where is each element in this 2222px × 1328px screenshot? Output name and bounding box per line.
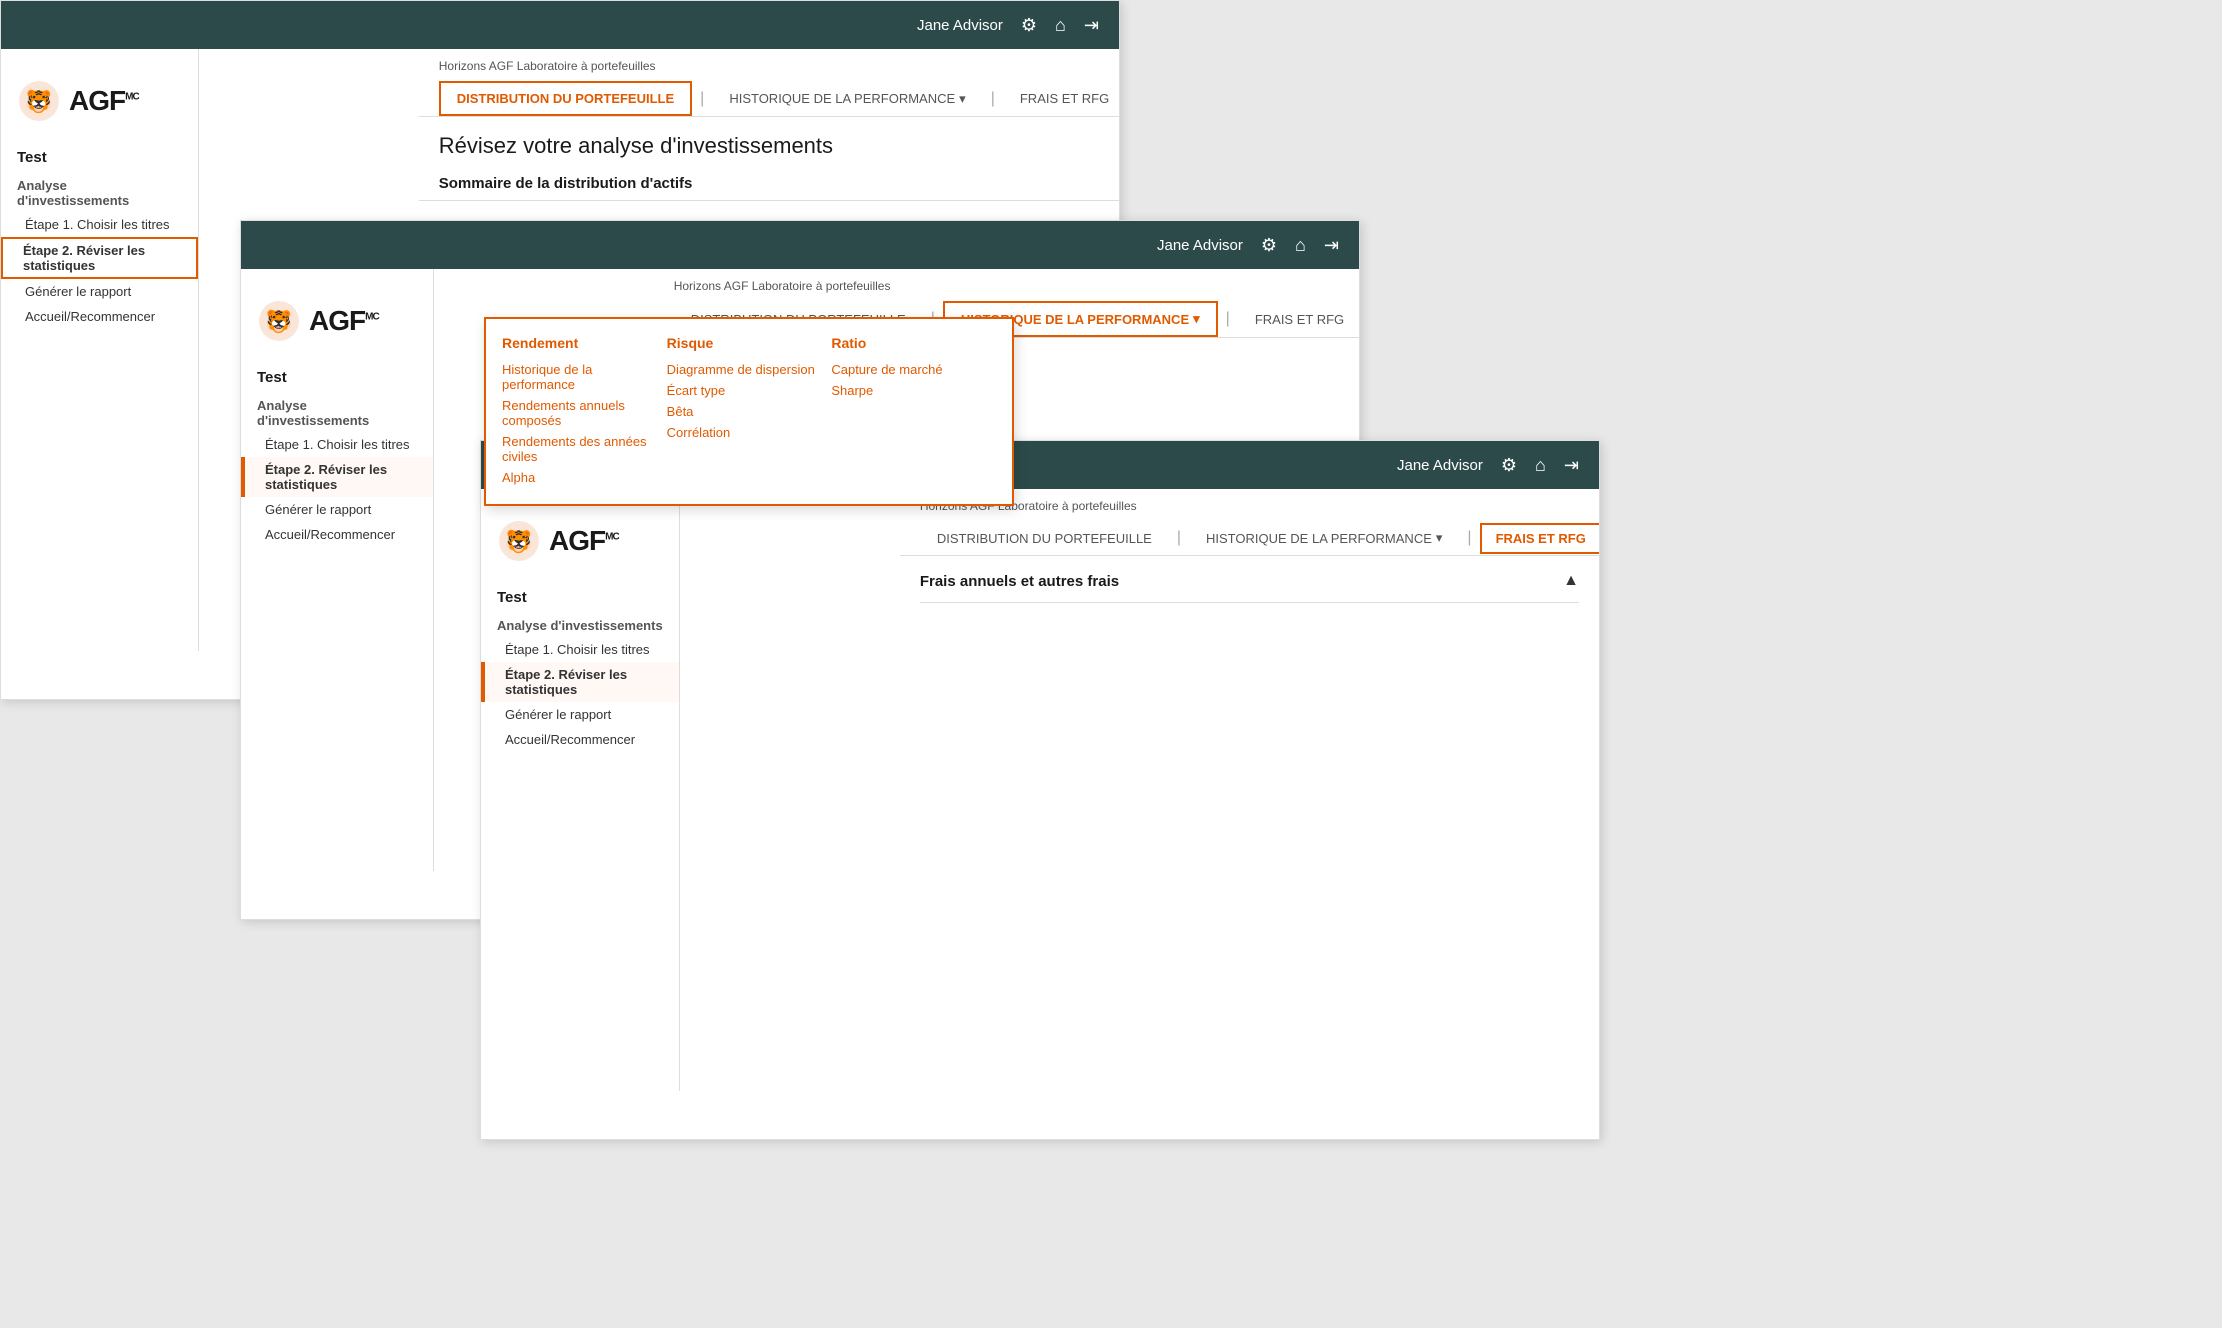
sidebar-3: 🐯 AGFMC Test Analyse d'investissements É… — [481, 489, 680, 1091]
dropdown-col-ratio: Ratio Capture de marché Sharpe — [831, 335, 996, 488]
logo-area-2: 🐯 AGFMC — [241, 289, 433, 359]
sidebar-accueil-2[interactable]: Accueil/Recommencer — [241, 522, 433, 547]
sidebar-subsection-3: Analyse d'investissements — [481, 612, 679, 637]
home-icon-2[interactable]: ⌂ — [1295, 235, 1306, 256]
home-icon-3[interactable]: ⌂ — [1535, 455, 1546, 476]
sidebar-accueil-3[interactable]: Accueil/Recommencer — [481, 727, 679, 752]
dropdown-rendement-header: Rendement — [654, 335, 657, 351]
logo-area-3: 🐯 AGFMC — [481, 509, 679, 579]
sidebar-section-2: Test — [241, 359, 433, 392]
logout-icon-3[interactable]: ⇥ — [1564, 455, 1579, 476]
tab-historique-1[interactable]: HISTORIQUE DE LA PERFORMANCE ▾ — [712, 82, 982, 116]
agf-sup-2: MC — [365, 312, 379, 323]
sidebar-step2-2[interactable]: Étape 2. Réviser les statistiques — [241, 457, 433, 497]
app-header-1: Jane Advisor ⚙ ⌂ ⇥ — [1, 1, 1119, 49]
svg-text:🐯: 🐯 — [25, 88, 52, 114]
dropdown-risque-header: Risque — [667, 335, 822, 351]
sidebar-step2-1[interactable]: Étape 2. Réviser les statistiques — [1, 237, 198, 279]
settings-icon-3[interactable]: ⚙ — [1501, 455, 1517, 476]
sidebar-1: 🐯 AGFMC Test Analyse d'investissements É… — [1, 49, 199, 651]
dropdown-ratio-header: Ratio — [831, 335, 986, 351]
agf-logo-text-3: AGFMC — [549, 525, 619, 557]
svg-text:🐯: 🐯 — [505, 528, 532, 554]
logout-icon-1[interactable]: ⇥ — [1084, 15, 1099, 36]
frais-title: Frais annuels et autres frais — [920, 573, 1119, 590]
nav-subtitle-3: Horizons AGF Laboratoire à portefeuilles — [920, 499, 1579, 513]
dropdown-alpha-item[interactable]: Alpha — [654, 467, 657, 488]
dropdown-annuels-item[interactable]: Rendements annuels composés — [654, 395, 657, 431]
nav-bar-1: Horizons AGF Laboratoire à portefeuilles… — [419, 49, 1119, 117]
sidebar-generer-3[interactable]: Générer le rapport — [481, 702, 679, 727]
main-content-3: Horizons AGF Laboratoire à portefeuilles… — [900, 489, 1599, 1091]
username-1: Jane Advisor — [917, 17, 1003, 34]
sidebar-step1-1[interactable]: Étape 1. Choisir les titres — [1, 212, 198, 237]
username-3: Jane Advisor — [1397, 457, 1483, 474]
tab-frais-2[interactable]: FRAIS ET RFG — [1238, 303, 1359, 336]
dropdown-correlation-item[interactable]: Corrélation — [667, 422, 822, 443]
tab-frais-1[interactable]: FRAIS ET RFG — [1003, 82, 1119, 115]
nav-subtitle-2: Horizons AGF Laboratoire à portefeuilles — [674, 279, 1339, 293]
chevron-down-icon-1: ▾ — [959, 91, 966, 107]
agf-logo-tiger-1: 🐯 — [17, 79, 61, 123]
dropdown-menu: Rendement Historique de la performance R… — [654, 317, 1014, 506]
sidebar-subsection-1: Analyse d'investissements — [1, 172, 198, 212]
sidebar-step1-2[interactable]: Étape 1. Choisir les titres — [241, 432, 433, 457]
sidebar-section-3: Test — [481, 579, 679, 612]
sidebar-section-1: Test — [1, 139, 198, 172]
nav-tabs-1: DISTRIBUTION DU PORTEFEUILLE | HISTORIQU… — [439, 81, 1099, 116]
app-header-2: Jane Advisor ⚙ ⌂ ⇥ — [241, 221, 1359, 269]
nav-sep-2: | — [983, 90, 1003, 108]
dropdown-col-risque: Risque Diagramme de dispersion Écart typ… — [667, 335, 832, 488]
sidebar-step2-3[interactable]: Étape 2. Réviser les statistiques — [481, 662, 679, 702]
logout-icon-2[interactable]: ⇥ — [1324, 235, 1339, 256]
agf-logo-text-1: AGFMC — [69, 85, 139, 117]
dropdown-col-rendement: Rendement Historique de la performance R… — [654, 335, 667, 488]
settings-icon-1[interactable]: ⚙ — [1021, 15, 1037, 36]
frais-header: Frais annuels et autres frais ▲ — [920, 572, 1579, 603]
tab-distribution-3[interactable]: DISTRIBUTION DU PORTEFEUILLE — [920, 522, 1169, 555]
frais-section: Frais annuels et autres frais ▲ — [900, 556, 1599, 619]
username-2: Jane Advisor — [1157, 237, 1243, 254]
home-icon-1[interactable]: ⌂ — [1055, 15, 1066, 36]
dropdown-columns: Rendement Historique de la performance R… — [654, 335, 996, 488]
dropdown-ecart-item[interactable]: Écart type — [667, 380, 822, 401]
sidebar-generer-1[interactable]: Générer le rapport — [1, 279, 198, 304]
dropdown-capture-item[interactable]: Capture de marché — [831, 359, 986, 380]
logo-area-1: 🐯 AGFMC — [1, 69, 198, 139]
nav-subtitle-1: Horizons AGF Laboratoire à portefeuilles — [439, 59, 1099, 73]
nav-sep-6: | — [1459, 529, 1479, 547]
settings-icon-2[interactable]: ⚙ — [1261, 235, 1277, 256]
dropdown-civiles-item[interactable]: Rendements des années civiles — [654, 431, 657, 467]
nav-sep-4: | — [1218, 310, 1238, 328]
tab-distribution-1[interactable]: DISTRIBUTION DU PORTEFEUILLE — [439, 81, 692, 116]
sidebar-subsection-2: Analyse d'investissements — [241, 392, 433, 432]
dropdown-sharpe-item[interactable]: Sharpe — [831, 380, 986, 401]
agf-logo-tiger-2: 🐯 — [257, 299, 301, 343]
dropdown-beta-item[interactable]: Bêta — [667, 401, 822, 422]
chevron-up-icon[interactable]: ▲ — [1563, 572, 1579, 590]
agf-sup-3: MC — [605, 532, 619, 543]
chevron-down-icon-2: ▾ — [1193, 311, 1200, 327]
dropdown-historique-item[interactable]: Historique de la performance — [654, 359, 657, 395]
sidebar-step1-3[interactable]: Étape 1. Choisir les titres — [481, 637, 679, 662]
tab-historique-3[interactable]: HISTORIQUE DE LA PERFORMANCE ▾ — [1189, 521, 1459, 555]
svg-text:🐯: 🐯 — [265, 308, 292, 334]
sidebar-accueil-1[interactable]: Accueil/Recommencer — [1, 304, 198, 329]
agf-logo-tiger-3: 🐯 — [497, 519, 541, 563]
sidebar-2: 🐯 AGFMC Test Analyse d'investissements É… — [241, 269, 434, 871]
nav-tabs-3: DISTRIBUTION DU PORTEFEUILLE | HISTORIQU… — [920, 521, 1579, 555]
nav-sep-5: | — [1169, 529, 1189, 547]
sidebar-generer-2[interactable]: Générer le rapport — [241, 497, 433, 522]
tab-frais-3[interactable]: FRAIS ET RFG — [1480, 523, 1599, 554]
agf-sup-1: MC — [125, 92, 139, 103]
page-title-1: Révisez votre analyse d'investissements — [419, 117, 1119, 167]
section-title-1: Sommaire de la distribution d'actifs — [419, 167, 1119, 201]
dropdown-dispersion-item[interactable]: Diagramme de dispersion — [667, 359, 822, 380]
nav-sep-1: | — [692, 90, 712, 108]
agf-logo-text-2: AGFMC — [309, 305, 379, 337]
chevron-down-icon-3: ▾ — [1436, 530, 1443, 546]
